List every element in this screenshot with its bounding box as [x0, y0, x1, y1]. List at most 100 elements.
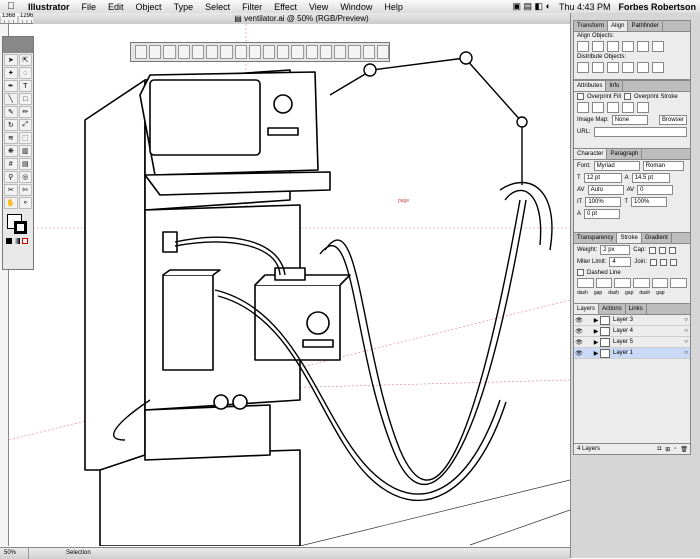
align-middle-icon[interactable]: [637, 41, 649, 52]
align-bottom-icon[interactable]: [652, 41, 664, 52]
font-family-field[interactable]: Myriad: [594, 161, 640, 171]
align-center-icon[interactable]: [592, 41, 604, 52]
tab-align[interactable]: Align: [608, 21, 628, 31]
image-map-select[interactable]: None: [612, 115, 648, 125]
distribute-right-icon[interactable]: [652, 62, 664, 73]
toolbox-header-logo[interactable]: [3, 37, 33, 53]
round-join-icon[interactable]: [660, 259, 667, 266]
slice-tool-icon[interactable]: ✂: [4, 184, 18, 196]
gradient-tool-icon[interactable]: ▤: [19, 158, 33, 170]
tab-stroke[interactable]: Stroke: [617, 233, 641, 243]
palette-button[interactable]: [192, 45, 204, 59]
line-tool-icon[interactable]: ╲: [4, 93, 18, 105]
selection-tool-icon[interactable]: ➤: [4, 54, 18, 66]
attr-option-icon[interactable]: [637, 102, 649, 113]
layer-row[interactable]: 👁▶ Layer 5○: [574, 337, 690, 348]
menu-file[interactable]: File: [76, 2, 103, 12]
font-size-field[interactable]: 12 pt: [584, 173, 622, 183]
distribute-top-icon[interactable]: [577, 62, 589, 73]
tab-transform[interactable]: Transform: [574, 21, 608, 31]
eye-icon[interactable]: 👁: [574, 328, 584, 335]
palette-button[interactable]: [135, 45, 147, 59]
weight-field[interactable]: 2 px: [600, 245, 630, 255]
palette-button[interactable]: [348, 45, 360, 59]
align-left-icon[interactable]: [577, 41, 589, 52]
free-transform-tool-icon[interactable]: ⬚: [19, 132, 33, 144]
zoom-tool-icon[interactable]: ⚬: [19, 197, 33, 209]
lasso-tool-icon[interactable]: ◌: [19, 67, 33, 79]
none-mode-icon[interactable]: [22, 238, 28, 244]
butt-cap-icon[interactable]: [649, 247, 656, 254]
hand-tool-icon[interactable]: ✋: [4, 197, 18, 209]
clock[interactable]: Thu 4:43 PM: [555, 2, 615, 12]
tab-layers[interactable]: Layers: [574, 304, 599, 314]
make-clipping-mask-icon[interactable]: ◘: [656, 446, 664, 452]
miter-join-icon[interactable]: [650, 259, 657, 266]
gap-field-2[interactable]: [633, 278, 650, 288]
tab-links[interactable]: Links: [626, 304, 647, 314]
delete-layer-icon[interactable]: 🗑: [678, 446, 690, 453]
browser-button[interactable]: Browser: [659, 115, 687, 125]
new-sublayer-icon[interactable]: ⊞: [663, 446, 672, 453]
symbol-sprayer-tool-icon[interactable]: ❋: [4, 145, 18, 157]
gradient-mode-icon[interactable]: [14, 238, 20, 244]
ventilator-artwork[interactable]: [9, 24, 570, 546]
stroke-swatch[interactable]: [14, 221, 27, 234]
eye-icon[interactable]: 👁: [574, 339, 584, 346]
palette-button[interactable]: [263, 45, 275, 59]
align-top-icon[interactable]: [622, 41, 634, 52]
menu-effect[interactable]: Effect: [268, 2, 303, 12]
type-tool-icon[interactable]: T: [19, 80, 33, 92]
attr-option-icon[interactable]: [577, 102, 589, 113]
palette-button[interactable]: [163, 45, 175, 59]
kerning-field[interactable]: Auto: [588, 185, 624, 195]
paintbrush-tool-icon[interactable]: ✎: [4, 106, 18, 118]
menubar-icons[interactable]: ▣ ▤ ◧ ◐: [509, 1, 555, 12]
tab-character[interactable]: Character: [574, 149, 607, 159]
apple-menu[interactable]: : [0, 1, 22, 12]
color-mode-icon[interactable]: [6, 238, 12, 244]
pen-tool-icon[interactable]: ✒: [4, 80, 18, 92]
round-cap-icon[interactable]: [659, 247, 666, 254]
blend-tool-icon[interactable]: ◎: [19, 171, 33, 183]
tab-paragraph[interactable]: Paragraph: [607, 149, 642, 159]
target-icon[interactable]: ○: [682, 317, 690, 323]
dash-field-3[interactable]: [652, 278, 669, 288]
expand-triangle-icon[interactable]: ▶: [592, 317, 600, 324]
attr-option-icon[interactable]: [592, 102, 604, 113]
bevel-join-icon[interactable]: [670, 259, 677, 266]
palette-button[interactable]: [291, 45, 303, 59]
menu-illustrator[interactable]: Illustrator: [22, 2, 76, 12]
overprint-stroke-checkbox[interactable]: [624, 93, 631, 100]
tab-pathfinder[interactable]: Pathfinder: [628, 21, 662, 31]
eye-icon[interactable]: 👁: [574, 317, 584, 324]
square-cap-icon[interactable]: [669, 247, 676, 254]
target-icon[interactable]: ○: [682, 328, 690, 334]
palette-button[interactable]: [206, 45, 218, 59]
palette-button[interactable]: [178, 45, 190, 59]
gap-field-1[interactable]: [596, 278, 613, 288]
overprint-fill-checkbox[interactable]: [577, 93, 584, 100]
align-right-icon[interactable]: [607, 41, 619, 52]
menu-help[interactable]: Help: [378, 2, 409, 12]
dashed-line-checkbox[interactable]: [577, 269, 584, 276]
layer-row[interactable]: 👁▶ Layer 3○: [574, 315, 690, 326]
graph-tool-icon[interactable]: ▥: [19, 145, 33, 157]
menu-edit[interactable]: Edit: [102, 2, 130, 12]
baseline-shift-field[interactable]: 0 pt: [584, 209, 620, 219]
artboard-canvas[interactable]: page: [9, 24, 570, 546]
url-input[interactable]: [594, 127, 687, 137]
tab-info[interactable]: Info: [606, 81, 623, 91]
palette-button[interactable]: [320, 45, 332, 59]
distribute-hcenter-icon[interactable]: [637, 62, 649, 73]
rectangle-tool-icon[interactable]: □: [19, 93, 33, 105]
palette-button[interactable]: [306, 45, 318, 59]
menu-select[interactable]: Select: [199, 2, 236, 12]
tab-actions[interactable]: Actions: [599, 304, 626, 314]
tab-gradient[interactable]: Gradient: [642, 233, 672, 243]
distribute-bottom-icon[interactable]: [607, 62, 619, 73]
scissors-tool-icon[interactable]: ✄: [19, 184, 33, 196]
palette-button[interactable]: [149, 45, 161, 59]
rotate-tool-icon[interactable]: ↻: [4, 119, 18, 131]
vertical-scale-field[interactable]: 100%: [585, 197, 621, 207]
